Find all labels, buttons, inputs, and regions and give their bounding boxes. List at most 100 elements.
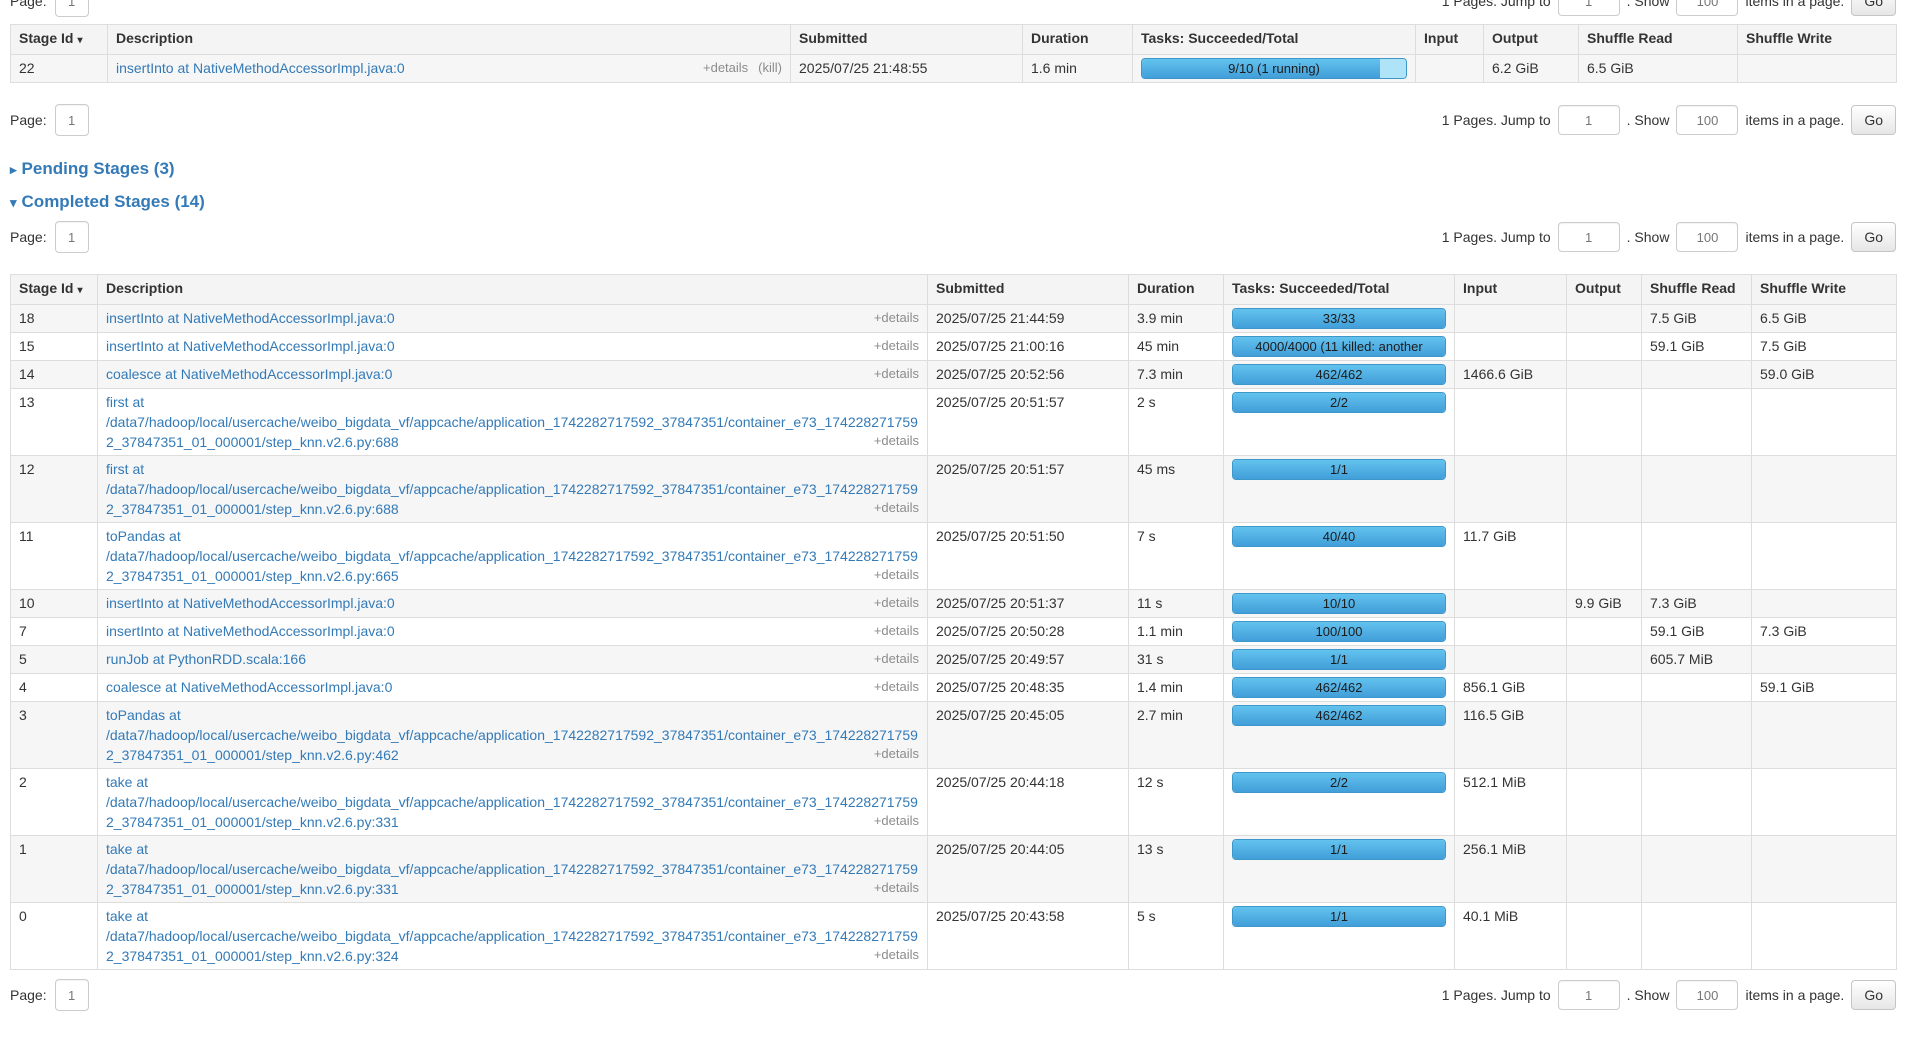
stage-description-link[interactable]: coalesce at NativeMethodAccessorImpl.jav… — [106, 679, 392, 695]
duration-cell: 7 s — [1129, 523, 1224, 590]
stage-description-link[interactable]: take at /data7/hadoop/local/usercache/we… — [106, 774, 918, 830]
stage-description-link[interactable]: insertInto at NativeMethodAccessorImpl.j… — [116, 60, 405, 76]
stage-description-link[interactable]: first at /data7/hadoop/local/usercache/w… — [106, 394, 918, 450]
column-header-tasks-succeeded-total[interactable]: Tasks: Succeeded/Total — [1133, 25, 1416, 55]
shuffle-write-cell: 59.1 GiB — [1752, 674, 1897, 702]
description-links: +details — [864, 497, 919, 518]
details-toggle[interactable]: +details — [874, 623, 919, 638]
output-cell — [1567, 903, 1642, 970]
details-toggle[interactable]: +details — [874, 500, 919, 515]
stage-description-link[interactable]: first at /data7/hadoop/local/usercache/w… — [106, 461, 918, 517]
output-cell — [1567, 523, 1642, 590]
description-cell: insertInto at NativeMethodAccessorImpl.j… — [98, 305, 928, 333]
pending-stages-heading[interactable]: ▸Pending Stages (3) — [10, 159, 1896, 179]
column-header-stage-id[interactable]: Stage Id▾ — [11, 25, 108, 55]
details-toggle[interactable]: +details — [874, 813, 919, 828]
kill-link[interactable]: (kill) — [758, 60, 782, 75]
column-header-stage-id[interactable]: Stage Id▾ — [11, 275, 98, 305]
details-toggle[interactable]: +details — [874, 310, 919, 325]
stage-description-link[interactable]: toPandas at /data7/hadoop/local/usercach… — [106, 707, 918, 763]
column-label: Submitted — [936, 280, 1004, 296]
duration-cell: 1.6 min — [1023, 55, 1133, 83]
jump-to-page-input[interactable] — [1558, 105, 1620, 135]
column-header-input[interactable]: Input — [1416, 25, 1484, 55]
column-header-duration[interactable]: Duration — [1129, 275, 1224, 305]
details-toggle[interactable]: +details — [874, 880, 919, 895]
stage-description-link[interactable]: coalesce at NativeMethodAccessorImpl.jav… — [106, 366, 392, 382]
pagination-row-bottom: Page: 1 Pages. Jump to . Show items in a… — [10, 978, 1896, 1012]
input-cell — [1455, 646, 1567, 674]
column-header-shuffle-write[interactable]: Shuffle Write — [1738, 25, 1897, 55]
shuffle-write-cell — [1752, 456, 1897, 523]
tasks-progress-label: 10/10 — [1233, 594, 1445, 613]
tasks-cell: 4000/4000 (11 killed: another — [1224, 333, 1455, 361]
jump-to-page-input[interactable] — [1558, 0, 1620, 16]
details-toggle[interactable]: +details — [874, 567, 919, 582]
output-cell — [1567, 674, 1642, 702]
page-number-input[interactable] — [55, 0, 89, 17]
stage-id-cell: 1 — [11, 836, 98, 903]
details-toggle[interactable]: +details — [874, 595, 919, 610]
column-header-description[interactable]: Description — [98, 275, 928, 305]
details-toggle[interactable]: +details — [874, 947, 919, 962]
stage-description-link[interactable]: toPandas at /data7/hadoop/local/usercach… — [106, 528, 918, 584]
stage-description-link[interactable]: insertInto at NativeMethodAccessorImpl.j… — [106, 595, 395, 611]
shuffle-read-cell: 605.7 MiB — [1642, 646, 1752, 674]
stage-row: 0take at /data7/hadoop/local/usercache/w… — [11, 903, 1897, 970]
column-header-shuffle-read[interactable]: Shuffle Read — [1579, 25, 1738, 55]
stage-row: 22insertInto at NativeMethodAccessorImpl… — [11, 55, 1897, 83]
column-header-output[interactable]: Output — [1484, 25, 1579, 55]
stage-description-link[interactable]: insertInto at NativeMethodAccessorImpl.j… — [106, 338, 395, 354]
tasks-cell: 40/40 — [1224, 523, 1455, 590]
column-header-tasks-succeeded-total[interactable]: Tasks: Succeeded/Total — [1224, 275, 1455, 305]
submitted-cell: 2025/07/25 20:51:37 — [928, 590, 1129, 618]
description-links: +details — [864, 307, 919, 328]
submitted-cell: 2025/07/25 20:51:57 — [928, 389, 1129, 456]
go-button[interactable]: Go — [1851, 980, 1896, 1010]
tasks-cell: 100/100 — [1224, 618, 1455, 646]
go-button[interactable]: Go — [1851, 105, 1896, 135]
details-toggle[interactable]: +details — [874, 433, 919, 448]
shuffle-write-cell — [1752, 389, 1897, 456]
column-header-shuffle-read[interactable]: Shuffle Read — [1642, 275, 1752, 305]
details-toggle[interactable]: +details — [703, 60, 748, 75]
stage-description-link[interactable]: take at /data7/hadoop/local/usercache/we… — [106, 841, 918, 897]
stage-description-link[interactable]: insertInto at NativeMethodAccessorImpl.j… — [106, 310, 395, 326]
tasks-cell: 462/462 — [1224, 674, 1455, 702]
column-header-input[interactable]: Input — [1455, 275, 1567, 305]
column-header-submitted[interactable]: Submitted — [791, 25, 1023, 55]
details-toggle[interactable]: +details — [874, 746, 919, 761]
details-toggle[interactable]: +details — [874, 679, 919, 694]
items-per-page-input[interactable] — [1676, 0, 1738, 16]
tasks-cell: 462/462 — [1224, 702, 1455, 769]
page-number-input[interactable] — [55, 979, 89, 1011]
column-header-duration[interactable]: Duration — [1023, 25, 1133, 55]
items-per-page-input[interactable] — [1676, 222, 1738, 252]
items-per-page-input[interactable] — [1676, 980, 1738, 1010]
stage-description-link[interactable]: take at /data7/hadoop/local/usercache/we… — [106, 908, 918, 964]
input-cell — [1455, 389, 1567, 456]
tasks-progress-label: 1/1 — [1233, 650, 1445, 669]
column-header-submitted[interactable]: Submitted — [928, 275, 1129, 305]
jump-to-page-input[interactable] — [1558, 980, 1620, 1010]
stage-row: 4coalesce at NativeMethodAccessorImpl.ja… — [11, 674, 1897, 702]
go-button[interactable]: Go — [1851, 222, 1896, 252]
submitted-cell: 2025/07/25 20:43:58 — [928, 903, 1129, 970]
details-toggle[interactable]: +details — [874, 338, 919, 353]
items-per-page-input[interactable] — [1676, 105, 1738, 135]
go-button[interactable]: Go — [1851, 0, 1896, 16]
details-toggle[interactable]: +details — [874, 651, 919, 666]
stage-description-link[interactable]: insertInto at NativeMethodAccessorImpl.j… — [106, 623, 395, 639]
page-number-input[interactable] — [55, 104, 89, 136]
shuffle-read-cell: 59.1 GiB — [1642, 618, 1752, 646]
details-toggle[interactable]: +details — [874, 366, 919, 381]
tasks-cell: 9/10 (1 running) — [1133, 55, 1416, 83]
stage-description-link[interactable]: runJob at PythonRDD.scala:166 — [106, 651, 306, 667]
jump-to-page-input[interactable] — [1558, 222, 1620, 252]
page-number-input[interactable] — [55, 221, 89, 253]
column-header-output[interactable]: Output — [1567, 275, 1642, 305]
shuffle-write-cell — [1752, 702, 1897, 769]
column-header-description[interactable]: Description — [108, 25, 791, 55]
column-header-shuffle-write[interactable]: Shuffle Write — [1752, 275, 1897, 305]
completed-stages-heading[interactable]: ▾Completed Stages (14) — [10, 192, 1896, 212]
